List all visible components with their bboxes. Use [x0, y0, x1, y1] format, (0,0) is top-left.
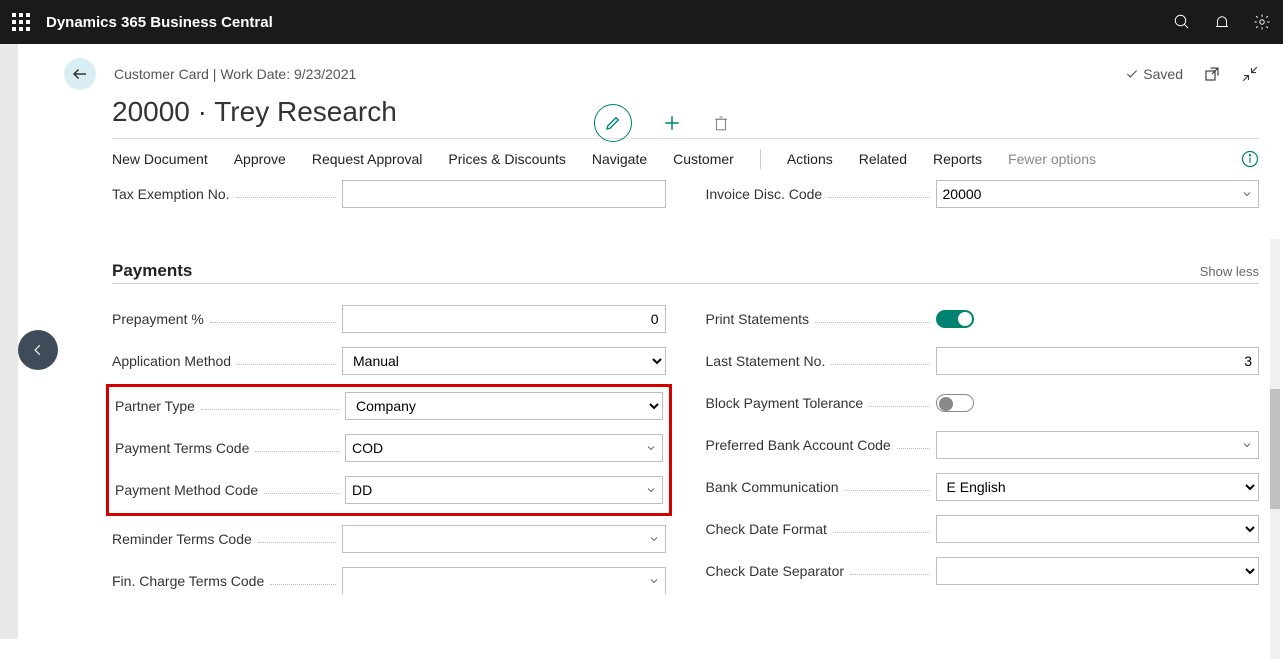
info-icon[interactable]	[1241, 150, 1259, 168]
show-less-link[interactable]: Show less	[1200, 264, 1259, 279]
print-statements-label: Print Statements	[706, 311, 810, 327]
bank-communication-select[interactable]: E English	[936, 473, 1260, 501]
highlight-annotation: Partner Type Company Payment Terms Code …	[106, 384, 672, 516]
field-preferred-bank-account-code: Preferred Bank Account Code	[706, 430, 1260, 460]
prepayment-label: Prepayment %	[112, 311, 204, 327]
cmd-request-approval[interactable]: Request Approval	[312, 151, 423, 167]
field-payment-method-code: Payment Method Code	[115, 475, 663, 505]
tax-exemption-label: Tax Exemption No.	[112, 186, 230, 202]
field-bank-communication: Bank Communication E English	[706, 472, 1260, 502]
check-date-format-label: Check Date Format	[706, 521, 827, 537]
payment-terms-input[interactable]	[345, 434, 663, 462]
scrollbar-thumb[interactable]	[1270, 389, 1280, 509]
field-tax-exemption: Tax Exemption No.	[112, 179, 666, 209]
bell-icon[interactable]	[1213, 13, 1231, 31]
field-print-statements: Print Statements	[706, 304, 1260, 334]
field-check-date-separator: Check Date Separator	[706, 556, 1260, 586]
side-collapse-button[interactable]	[18, 330, 58, 370]
print-statements-toggle[interactable]	[936, 310, 974, 328]
prepayment-input[interactable]	[342, 305, 666, 333]
app-title: Dynamics 365 Business Central	[46, 14, 273, 31]
edit-button[interactable]	[594, 104, 632, 142]
check-date-separator-select[interactable]	[936, 557, 1260, 585]
cmd-prices-discounts[interactable]: Prices & Discounts	[448, 151, 565, 167]
cmd-navigate[interactable]: Navigate	[592, 151, 647, 167]
preferred-bank-label: Preferred Bank Account Code	[706, 437, 891, 453]
record-actions	[594, 104, 730, 142]
new-button[interactable]	[662, 113, 682, 133]
page-panel: Customer Card | Work Date: 9/23/2021 Sav…	[40, 44, 1283, 639]
reminder-terms-input[interactable]	[342, 525, 666, 553]
command-bar: New Document Approve Request Approval Pr…	[40, 139, 1283, 179]
cmd-fewer-options[interactable]: Fewer options	[1008, 151, 1096, 167]
field-prepayment: Prepayment %	[112, 304, 666, 334]
search-icon[interactable]	[1173, 13, 1191, 31]
breadcrumb: Customer Card | Work Date: 9/23/2021	[114, 66, 356, 82]
app-launcher-icon[interactable]	[12, 13, 30, 31]
saved-indicator: Saved	[1125, 66, 1183, 82]
field-reminder-terms-code: Reminder Terms Code	[112, 524, 666, 554]
left-gutter	[0, 44, 18, 639]
gear-icon[interactable]	[1253, 13, 1271, 31]
invoice-disc-input[interactable]	[936, 180, 1260, 208]
partner-type-label: Partner Type	[115, 398, 195, 414]
reminder-terms-label: Reminder Terms Code	[112, 531, 252, 547]
bank-communication-label: Bank Communication	[706, 479, 839, 495]
preferred-bank-input[interactable]	[936, 431, 1260, 459]
fin-charge-terms-input[interactable]	[342, 567, 666, 594]
saved-label: Saved	[1143, 66, 1183, 82]
last-statement-label: Last Statement No.	[706, 353, 826, 369]
cmd-related[interactable]: Related	[859, 151, 907, 167]
last-statement-input[interactable]	[936, 347, 1260, 375]
payment-terms-label: Payment Terms Code	[115, 440, 249, 456]
invoice-disc-label: Invoice Disc. Code	[706, 186, 823, 202]
separator	[760, 149, 761, 169]
cmd-customer[interactable]: Customer	[673, 151, 734, 167]
cmd-approve[interactable]: Approve	[234, 151, 286, 167]
field-partner-type: Partner Type Company	[115, 391, 663, 421]
cmd-new-document[interactable]: New Document	[112, 151, 208, 167]
field-application-method: Application Method Manual	[112, 346, 666, 376]
section-payments-header: Payments Show less	[112, 261, 1259, 284]
payment-method-label: Payment Method Code	[115, 482, 258, 498]
block-payment-tolerance-label: Block Payment Tolerance	[706, 395, 864, 411]
section-payments-title: Payments	[112, 261, 192, 281]
content-area: Tax Exemption No. Invoice Disc. Code Pay…	[40, 179, 1283, 594]
field-invoice-disc-code: Invoice Disc. Code	[706, 179, 1260, 209]
field-check-date-format: Check Date Format	[706, 514, 1260, 544]
check-date-separator-label: Check Date Separator	[706, 563, 845, 579]
cmd-actions[interactable]: Actions	[787, 151, 833, 167]
back-button[interactable]	[64, 58, 96, 90]
field-fin-charge-terms-code: Fin. Charge Terms Code	[112, 566, 666, 594]
payment-method-input[interactable]	[345, 476, 663, 504]
scrollbar[interactable]	[1270, 239, 1280, 659]
field-last-statement-no: Last Statement No.	[706, 346, 1260, 376]
field-block-payment-tolerance: Block Payment Tolerance	[706, 388, 1260, 418]
cmd-reports[interactable]: Reports	[933, 151, 982, 167]
tax-exemption-input[interactable]	[342, 180, 666, 208]
field-payment-terms-code: Payment Terms Code	[115, 433, 663, 463]
popout-icon[interactable]	[1203, 65, 1221, 83]
collapse-icon[interactable]	[1241, 65, 1259, 83]
fin-charge-terms-label: Fin. Charge Terms Code	[112, 573, 264, 589]
application-method-label: Application Method	[112, 353, 231, 369]
delete-button[interactable]	[712, 114, 730, 132]
app-topbar: Dynamics 365 Business Central	[0, 0, 1283, 44]
check-date-format-select[interactable]	[936, 515, 1260, 543]
partner-type-select[interactable]: Company	[345, 392, 663, 420]
block-payment-tolerance-toggle[interactable]	[936, 394, 974, 412]
application-method-select[interactable]: Manual	[342, 347, 666, 375]
